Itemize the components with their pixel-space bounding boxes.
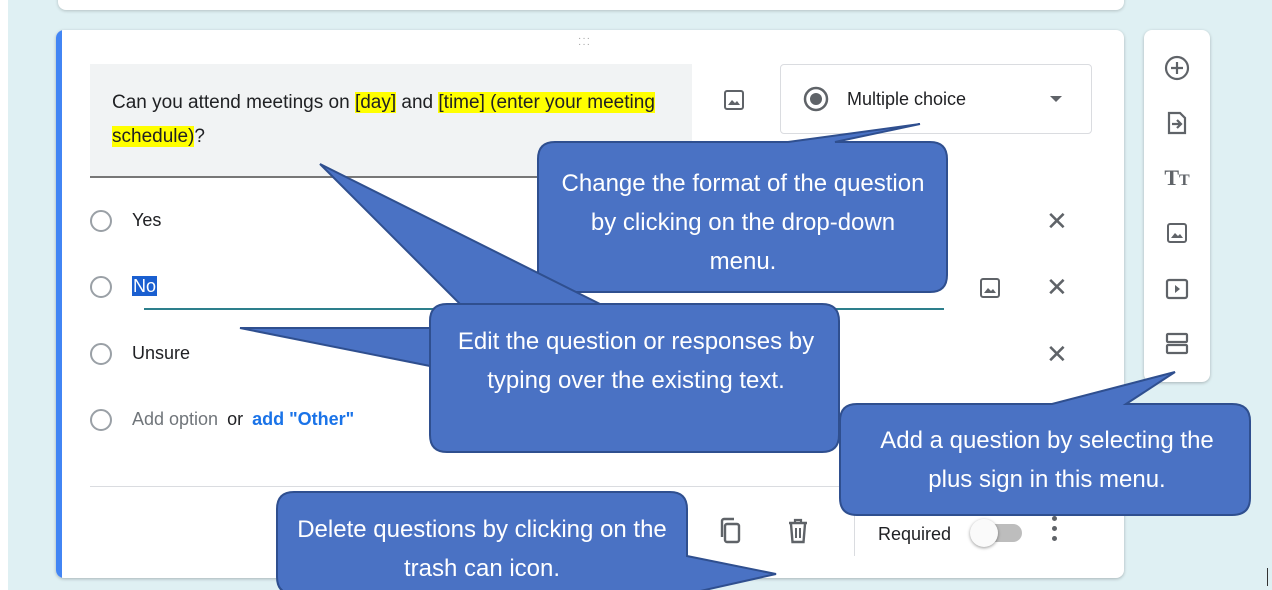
callout-delete-text: Delete questions by clicking on the tras… bbox=[297, 516, 667, 582]
text-cursor bbox=[1267, 568, 1268, 586]
callout-layer bbox=[239, 123, 1251, 590]
callout-format-text: Change the format of the question by cli… bbox=[561, 170, 925, 275]
callout-edit-text: Edit the question or responses by typing… bbox=[457, 328, 815, 394]
callout-edit-pointer bbox=[239, 327, 441, 370]
callout-add-text: Add a question by selecting the plus sig… bbox=[880, 427, 1214, 493]
